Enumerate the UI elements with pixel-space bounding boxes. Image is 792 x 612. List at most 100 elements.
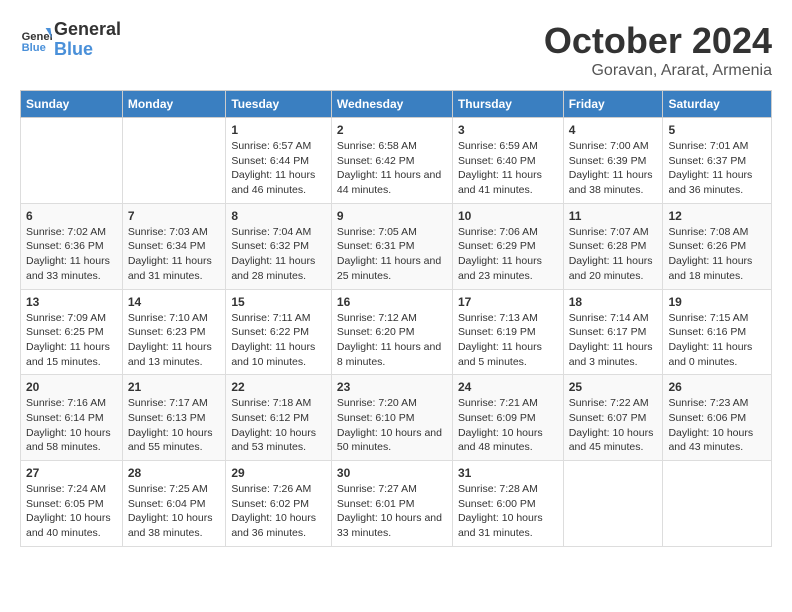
calendar-cell: 1Sunrise: 6:57 AM Sunset: 6:44 PM Daylig… [226, 118, 332, 204]
day-number: 25 [569, 380, 658, 394]
day-info: Sunrise: 7:07 AM Sunset: 6:28 PM Dayligh… [569, 225, 658, 284]
day-info: Sunrise: 7:09 AM Sunset: 6:25 PM Dayligh… [26, 311, 117, 370]
calendar-cell: 31Sunrise: 7:28 AM Sunset: 6:00 PM Dayli… [452, 461, 563, 547]
day-number: 31 [458, 466, 558, 480]
day-info: Sunrise: 7:27 AM Sunset: 6:01 PM Dayligh… [337, 482, 447, 541]
column-header-friday: Friday [563, 91, 663, 118]
week-row-2: 6 Sunrise: 7:02 AM Sunset: 6:36 PM Daylig… [21, 203, 772, 289]
calendar-table: SundayMondayTuesdayWednesdayThursdayFrid… [20, 90, 772, 547]
day-info: Sunrise: 7:26 AM Sunset: 6:02 PM Dayligh… [231, 482, 326, 541]
calendar-cell: 14Sunrise: 7:10 AM Sunset: 6:23 PM Dayli… [122, 289, 226, 375]
day-number: 22 [231, 380, 326, 394]
day-number: 17 [458, 295, 558, 309]
calendar-cell: 26 Sunrise: 7:23 AM Sunset: 6:06 PM Dayli… [663, 375, 772, 461]
day-number: 27 [26, 466, 117, 480]
day-number: 18 [569, 295, 658, 309]
column-header-thursday: Thursday [452, 91, 563, 118]
day-info: Sunrise: 6:57 AM Sunset: 6:44 PM Dayligh… [231, 139, 326, 198]
calendar-cell: 7 Sunrise: 7:03 AM Sunset: 6:34 PM Daylig… [122, 203, 226, 289]
day-number: 28 [128, 466, 221, 480]
calendar-cell: 8 Sunrise: 7:04 AM Sunset: 6:32 PM Daylig… [226, 203, 332, 289]
day-info: Sunrise: 7:06 AM Sunset: 6:29 PM Dayligh… [458, 225, 558, 284]
day-number: 10 [458, 209, 558, 223]
day-info: Sunrise: 6:59 AM Sunset: 6:40 PM Dayligh… [458, 139, 558, 198]
calendar-cell: 9Sunrise: 7:05 AM Sunset: 6:31 PM Daylig… [331, 203, 452, 289]
day-number: 26 [668, 380, 766, 394]
day-info: Sunrise: 7:25 AM Sunset: 6:04 PM Dayligh… [128, 482, 221, 541]
calendar-cell: 16Sunrise: 7:12 AM Sunset: 6:20 PM Dayli… [331, 289, 452, 375]
svg-text:General: General [22, 31, 52, 43]
day-info: Sunrise: 7:12 AM Sunset: 6:20 PM Dayligh… [337, 311, 447, 370]
day-number: 3 [458, 123, 558, 137]
column-header-sunday: Sunday [21, 91, 123, 118]
logo-text: General Blue [54, 20, 121, 60]
calendar-cell: 13 Sunrise: 7:09 AM Sunset: 6:25 PM Dayli… [21, 289, 123, 375]
logo: General Blue General Blue [20, 20, 121, 60]
day-info: Sunrise: 7:24 AM Sunset: 6:05 PM Dayligh… [26, 482, 117, 541]
header-row: SundayMondayTuesdayWednesdayThursdayFrid… [21, 91, 772, 118]
day-number: 4 [569, 123, 658, 137]
day-number: 19 [668, 295, 766, 309]
subtitle: Goravan, Ararat, Armenia [544, 62, 772, 80]
week-row-1: 1Sunrise: 6:57 AM Sunset: 6:44 PM Daylig… [21, 118, 772, 204]
calendar-cell: 12 Sunrise: 7:08 AM Sunset: 6:26 PM Dayli… [663, 203, 772, 289]
day-number: 23 [337, 380, 447, 394]
svg-text:Blue: Blue [22, 42, 46, 54]
calendar-cell: 6 Sunrise: 7:02 AM Sunset: 6:36 PM Daylig… [21, 203, 123, 289]
day-number: 8 [231, 209, 326, 223]
day-info: Sunrise: 7:23 AM Sunset: 6:06 PM Dayligh… [668, 396, 766, 455]
calendar-cell: 11 Sunrise: 7:07 AM Sunset: 6:28 PM Dayli… [563, 203, 663, 289]
day-info: Sunrise: 7:01 AM Sunset: 6:37 PM Dayligh… [668, 139, 766, 198]
calendar-cell: 21Sunrise: 7:17 AM Sunset: 6:13 PM Dayli… [122, 375, 226, 461]
day-info: Sunrise: 7:03 AM Sunset: 6:34 PM Dayligh… [128, 225, 221, 284]
day-info: Sunrise: 7:02 AM Sunset: 6:36 PM Dayligh… [26, 225, 117, 284]
day-info: Sunrise: 7:08 AM Sunset: 6:26 PM Dayligh… [668, 225, 766, 284]
calendar-cell [563, 461, 663, 547]
calendar-cell [21, 118, 123, 204]
day-info: Sunrise: 7:00 AM Sunset: 6:39 PM Dayligh… [569, 139, 658, 198]
calendar-cell: 29Sunrise: 7:26 AM Sunset: 6:02 PM Dayli… [226, 461, 332, 547]
header: General Blue General Blue October 2024 G… [20, 20, 772, 80]
day-info: Sunrise: 7:04 AM Sunset: 6:32 PM Dayligh… [231, 225, 326, 284]
calendar-cell: 24 Sunrise: 7:21 AM Sunset: 6:09 PM Dayli… [452, 375, 563, 461]
calendar-cell: 17 Sunrise: 7:13 AM Sunset: 6:19 PM Dayli… [452, 289, 563, 375]
day-number: 21 [128, 380, 221, 394]
day-number: 12 [668, 209, 766, 223]
column-header-monday: Monday [122, 91, 226, 118]
column-header-wednesday: Wednesday [331, 91, 452, 118]
calendar-cell: 10 Sunrise: 7:06 AM Sunset: 6:29 PM Dayli… [452, 203, 563, 289]
calendar-cell: 18 Sunrise: 7:14 AM Sunset: 6:17 PM Dayli… [563, 289, 663, 375]
day-info: Sunrise: 7:10 AM Sunset: 6:23 PM Dayligh… [128, 311, 221, 370]
day-number: 2 [337, 123, 447, 137]
calendar-cell [122, 118, 226, 204]
day-number: 30 [337, 466, 447, 480]
week-row-4: 20 Sunrise: 7:16 AM Sunset: 6:14 PM Dayli… [21, 375, 772, 461]
calendar-cell: 25Sunrise: 7:22 AM Sunset: 6:07 PM Dayli… [563, 375, 663, 461]
day-info: Sunrise: 7:11 AM Sunset: 6:22 PM Dayligh… [231, 311, 326, 370]
calendar-cell: 4 Sunrise: 7:00 AM Sunset: 6:39 PM Daylig… [563, 118, 663, 204]
day-number: 24 [458, 380, 558, 394]
day-number: 7 [128, 209, 221, 223]
calendar-cell: 23 Sunrise: 7:20 AM Sunset: 6:10 PM Dayli… [331, 375, 452, 461]
calendar-cell: 19Sunrise: 7:15 AM Sunset: 6:16 PM Dayli… [663, 289, 772, 375]
day-info: Sunrise: 7:14 AM Sunset: 6:17 PM Dayligh… [569, 311, 658, 370]
day-number: 13 [26, 295, 117, 309]
day-info: Sunrise: 7:20 AM Sunset: 6:10 PM Dayligh… [337, 396, 447, 455]
main-title: October 2024 [544, 20, 772, 62]
calendar-cell: 3 Sunrise: 6:59 AM Sunset: 6:40 PM Daylig… [452, 118, 563, 204]
day-info: Sunrise: 7:13 AM Sunset: 6:19 PM Dayligh… [458, 311, 558, 370]
day-info: Sunrise: 7:16 AM Sunset: 6:14 PM Dayligh… [26, 396, 117, 455]
day-number: 11 [569, 209, 658, 223]
week-row-3: 13 Sunrise: 7:09 AM Sunset: 6:25 PM Dayli… [21, 289, 772, 375]
day-number: 20 [26, 380, 117, 394]
day-number: 6 [26, 209, 117, 223]
calendar-cell: 27 Sunrise: 7:24 AM Sunset: 6:05 PM Dayli… [21, 461, 123, 547]
day-number: 9 [337, 209, 447, 223]
week-row-5: 27 Sunrise: 7:24 AM Sunset: 6:05 PM Dayli… [21, 461, 772, 547]
day-info: Sunrise: 7:21 AM Sunset: 6:09 PM Dayligh… [458, 396, 558, 455]
calendar-cell: 15Sunrise: 7:11 AM Sunset: 6:22 PM Dayli… [226, 289, 332, 375]
calendar-cell: 30 Sunrise: 7:27 AM Sunset: 6:01 PM Dayli… [331, 461, 452, 547]
calendar-cell: 2Sunrise: 6:58 AM Sunset: 6:42 PM Daylig… [331, 118, 452, 204]
calendar-cell: 28 Sunrise: 7:25 AM Sunset: 6:04 PM Dayli… [122, 461, 226, 547]
logo-icon: General Blue [20, 24, 52, 56]
